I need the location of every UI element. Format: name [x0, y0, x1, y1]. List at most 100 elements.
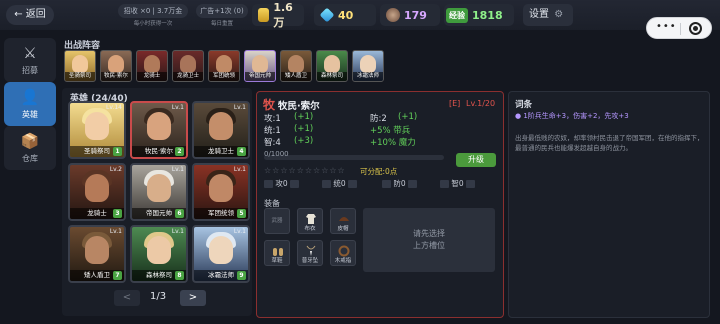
equip-name: 武器: [271, 218, 283, 224]
lineup-slot-name: 森林祭司: [317, 72, 347, 81]
minus-button[interactable]: [440, 180, 449, 188]
trait-description: 出身最低贱的农奴，却率领村民击退了帝国军团，在他的指挥下，最普通的民兵也能爆发超…: [515, 134, 704, 152]
hero-card[interactable]: Lv.1 冰霜法师 9: [192, 225, 250, 283]
gear-icon: ⚙: [554, 9, 564, 20]
hero-level: Lv.1: [233, 104, 246, 111]
equip-slot-ring[interactable]: 木戒指: [330, 240, 356, 266]
next-page-button[interactable]: >: [180, 290, 206, 306]
hero-card[interactable]: Lv.2 龙骑士 3: [68, 163, 126, 221]
hero-card[interactable]: Lv.1 军团统领 5: [192, 163, 250, 221]
lineup-slot[interactable]: 矮人盾卫: [280, 50, 312, 82]
hero-card[interactable]: Lv.1 龙骑卫士 4: [192, 101, 250, 159]
alloc-value: 0: [400, 179, 406, 188]
plus-button[interactable]: [290, 180, 300, 188]
class-badge: 牧: [263, 98, 276, 112]
hero-portrait: [360, 55, 376, 73]
lineup-slot[interactable]: 龙骑士: [136, 50, 168, 82]
hero-icon: 👤: [20, 88, 40, 106]
alloc-attack: 攻0: [264, 178, 300, 189]
stat-defense-bonus: (+1): [398, 112, 418, 122]
equip-name: 普牙坠: [301, 258, 319, 264]
capsule-divider: [680, 23, 681, 35]
lineup-slot-name: 龙骑士: [137, 72, 167, 81]
page-indicator: 1/3: [150, 291, 167, 302]
equip-slot-boots[interactable]: 草鞋: [264, 240, 290, 266]
equip-name: 木戒指: [334, 258, 352, 264]
settings-label: 设置: [529, 9, 549, 20]
hero-number: 8: [175, 271, 184, 280]
alloc-label: 智: [451, 179, 459, 188]
hero-card[interactable]: Lv.14 圣骑祭司 1: [68, 101, 126, 159]
close-target-icon[interactable]: [689, 22, 702, 35]
hero-portrait: [72, 55, 88, 73]
more-icon[interactable]: •••: [656, 21, 677, 32]
equip-slot-necklace[interactable]: 普牙坠: [297, 240, 323, 266]
nav-heroes[interactable]: 👤 英雄: [4, 82, 56, 126]
hero-level: Lv.14: [106, 104, 122, 111]
hero-portrait: [288, 55, 304, 73]
exp-badge: 经验: [446, 7, 468, 23]
equip-slot-armor[interactable]: 布衣: [297, 208, 323, 234]
hero-portrait: [144, 55, 160, 73]
hero-card-selected[interactable]: Lv.1 牧民·索尔 2: [130, 101, 188, 159]
nav-storage[interactable]: 📦 仓库: [4, 126, 56, 170]
minus-button[interactable]: [322, 180, 331, 188]
hero-number: 4: [237, 147, 246, 156]
star-rating: ☆☆☆☆☆☆☆☆☆☆: [264, 166, 346, 175]
diamond-icon: [319, 7, 335, 23]
settings-button[interactable]: 设置 ⚙: [523, 4, 573, 26]
plus-button[interactable]: [466, 180, 476, 188]
lineup-slot-name: 圣骑祭司: [65, 72, 95, 81]
equip-slot-weapon[interactable]: 武器: [264, 208, 290, 234]
plus-button[interactable]: [408, 180, 418, 188]
lineup-slot[interactable]: 圣骑祭司: [64, 50, 96, 82]
lineup-slot[interactable]: 冰霜法师: [352, 50, 384, 82]
lineup-slot[interactable]: 牧民·索尔: [100, 50, 132, 82]
hint-line-2: 上方槽位: [413, 241, 445, 250]
alloc-label: 统: [333, 179, 341, 188]
potion-icon: [386, 8, 400, 22]
hero-number: 3: [113, 209, 122, 218]
miniprogram-capsule[interactable]: •••: [646, 17, 712, 39]
stat-attack: 攻:1: [264, 114, 281, 124]
exp-bar: [264, 155, 444, 160]
equip-name: 草鞋: [271, 258, 283, 264]
upgrade-button[interactable]: 升级: [456, 153, 496, 167]
minus-button[interactable]: [264, 180, 273, 188]
hero-level: Lv.1: [171, 228, 184, 235]
hero-portrait: [209, 236, 233, 264]
trait-panel: 词条 ● 1阶兵生命+3，伤害+2，先攻+3 出身最低贱的农奴，却率领村民击退了…: [508, 91, 710, 318]
bonus-troops: +5% 带兵: [370, 126, 411, 136]
bonus-magic: +10% 魔力: [370, 138, 416, 148]
equip-slot-helmet[interactable]: 皮帽: [330, 208, 356, 234]
stat-intellect: 智:4: [264, 138, 281, 148]
potion-counter: 179: [380, 4, 440, 26]
gold-value: 1.6万: [273, 0, 293, 29]
back-button[interactable]: ← 返回: [6, 5, 54, 25]
hero-card[interactable]: Lv.1 矮人盾卫 7: [68, 225, 126, 283]
prev-page-button[interactable]: <: [114, 290, 140, 306]
hero-number: 2: [175, 147, 184, 156]
lineup-slot[interactable]: 龙骑卫士: [172, 50, 204, 82]
ad-pill[interactable]: 广告+1次 (0): [196, 4, 248, 18]
stat-command-bonus: (+1): [294, 124, 314, 134]
equipment-hint: 请先选择 上方槽位: [363, 208, 495, 272]
lineup-slot-name: 帝国元帅: [245, 72, 275, 81]
plus-button[interactable]: [348, 180, 358, 188]
swords-icon: ⚔: [23, 44, 37, 62]
hero-card[interactable]: Lv.1 森林祭司 8: [130, 225, 188, 283]
hero-card[interactable]: Lv.1 帝国元帅 6: [130, 163, 188, 221]
hero-portrait: [180, 55, 196, 73]
box-icon: 📦: [20, 132, 40, 150]
minus-button[interactable]: [382, 180, 391, 188]
allocatable-points: 可分配:0点: [360, 167, 398, 176]
lineup-slot[interactable]: 帝国元帅: [244, 50, 276, 82]
lineup-slot[interactable]: 森林祭司: [316, 50, 348, 82]
nav-recruit[interactable]: ⚔ 招募: [4, 38, 56, 82]
nav-storage-label: 仓库: [22, 154, 38, 163]
recruit-pill[interactable]: 招收 ×0 | 3.7万金: [118, 4, 188, 18]
lineup-slot[interactable]: 军团统领: [208, 50, 240, 82]
stat-command: 统:1: [264, 126, 281, 136]
alloc-value: 0: [340, 179, 346, 188]
lineup-slot-name: 矮人盾卫: [281, 72, 311, 81]
